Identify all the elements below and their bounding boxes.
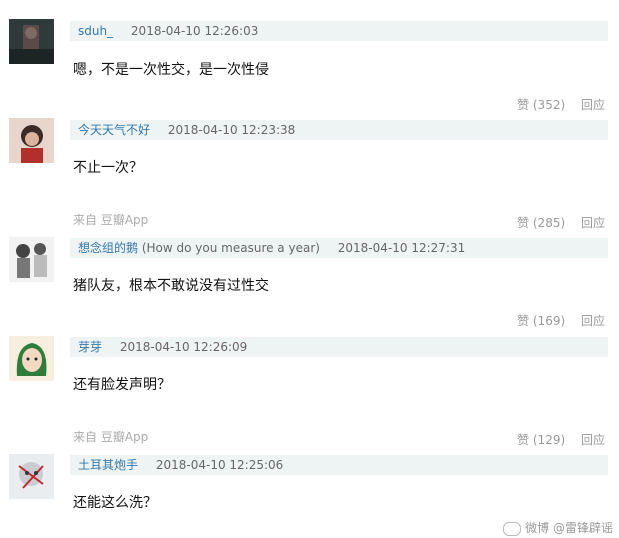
comment-meta: 今天天气不好 2018-04-10 12:23:38 (70, 120, 608, 140)
author-link[interactable]: sduh_ (78, 24, 113, 38)
reply-button[interactable]: 回应 (581, 98, 605, 112)
comment-actions: 赞 (285) 回应 (517, 214, 605, 231)
watermark-text: 微博 @雷锋辟谣 (525, 521, 613, 535)
comment-actions: 赞 (169) 回应 (517, 312, 605, 329)
author-subtitle: (How do you measure a year) (141, 241, 320, 255)
like-button[interactable]: 赞 (169) (517, 314, 565, 328)
avatar[interactable] (9, 454, 54, 499)
comment-text: 猪队友，根本不敢说没有过性交 (73, 278, 269, 294)
timestamp: 2018-04-10 12:23:38 (167, 123, 296, 137)
weibo-watermark: 微博 @雷锋辟谣 (503, 519, 613, 536)
comment-text: 嗯，不是一次性交，是一次性侵 (73, 62, 269, 78)
comment-actions: 赞 (129) 回应 (517, 431, 605, 448)
avatar[interactable] (9, 118, 54, 163)
comment-text: 还有脸发声明？ (73, 377, 171, 393)
comment-text: 还能这么洗？ (73, 495, 157, 511)
like-button[interactable]: 赞 (285) (517, 216, 565, 230)
author-link[interactable]: 想念组的鹅 (78, 241, 138, 255)
comment-actions: 赞 (352) 回应 (517, 96, 605, 113)
like-button[interactable]: 赞 (352) (517, 98, 565, 112)
avatar[interactable] (9, 336, 54, 381)
comment-meta: 想念组的鹅 (How do you measure a year) 2018-0… (70, 238, 608, 258)
comment-meta: 芽芽 2018-04-10 12:26:09 (70, 337, 608, 357)
reply-button[interactable]: 回应 (581, 314, 605, 328)
author-link[interactable]: 芽芽 (78, 340, 102, 354)
weibo-icon (503, 521, 522, 536)
comment-meta: 土耳其炮手 2018-04-10 12:25:06 (70, 455, 608, 475)
reply-button[interactable]: 回应 (581, 216, 605, 230)
like-button[interactable]: 赞 (129) (517, 433, 565, 447)
comment-text: 不止一次？ (73, 160, 143, 176)
avatar[interactable] (9, 237, 54, 282)
source-label: 来自 豆瓣App (73, 430, 149, 444)
timestamp: 2018-04-10 12:26:03 (130, 24, 259, 38)
timestamp: 2018-04-10 12:26:09 (119, 340, 248, 354)
timestamp: 2018-04-10 12:25:06 (155, 458, 284, 472)
author-link[interactable]: 今天天气不好 (78, 123, 150, 137)
timestamp: 2018-04-10 12:27:31 (337, 241, 466, 255)
reply-button[interactable]: 回应 (581, 433, 605, 447)
comment-meta: sduh_ 2018-04-10 12:26:03 (70, 21, 608, 41)
author-link[interactable]: 土耳其炮手 (78, 458, 138, 472)
avatar[interactable] (9, 19, 54, 64)
source-label: 来自 豆瓣App (73, 213, 149, 227)
